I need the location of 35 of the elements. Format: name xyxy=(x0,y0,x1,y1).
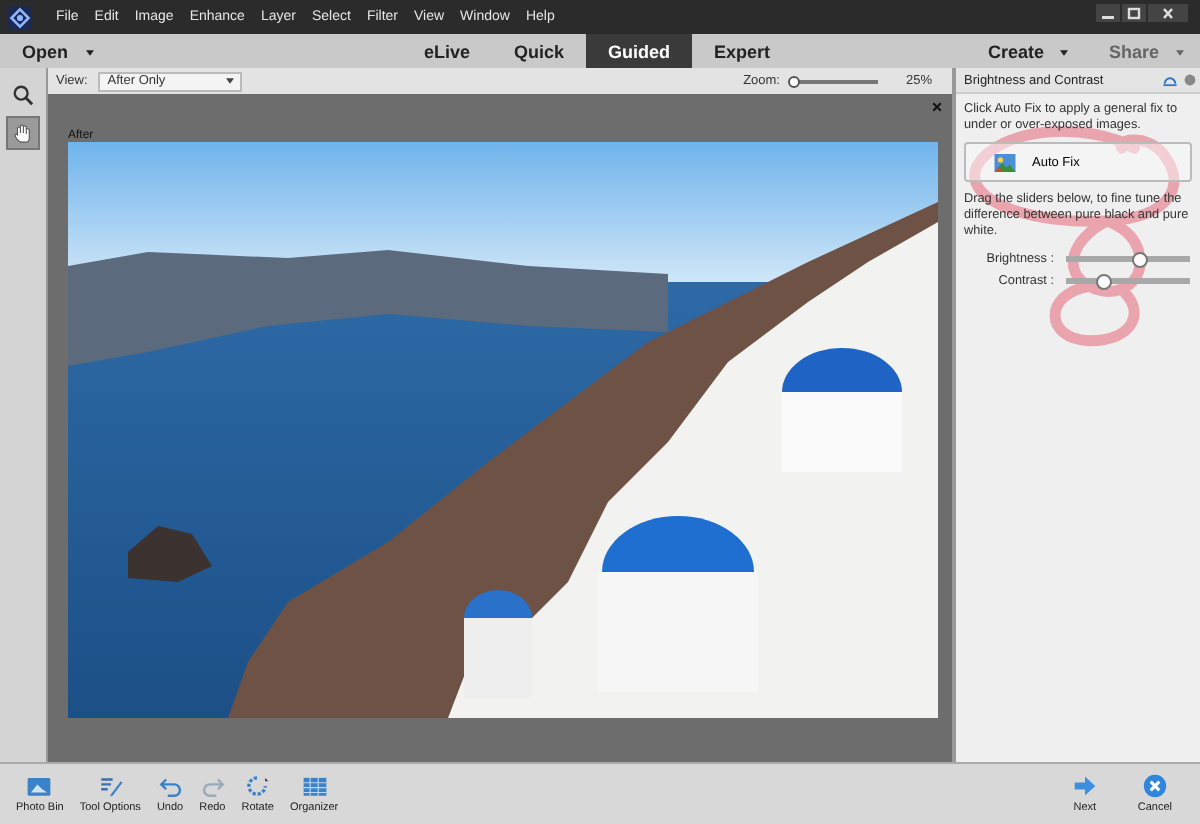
picture-icon xyxy=(994,153,1016,171)
adjustment-slider[interactable] xyxy=(1066,273,1190,289)
caret-icon xyxy=(1176,49,1184,56)
caret-icon xyxy=(225,78,234,84)
grid-icon xyxy=(301,774,328,798)
right-arrow-icon xyxy=(1071,774,1098,798)
search-icon xyxy=(12,84,34,106)
slider-thumb[interactable] xyxy=(1095,273,1112,289)
mode-tab[interactable]: Guided xyxy=(586,34,693,68)
mode-tab[interactable]: Quick xyxy=(492,34,587,68)
hand-icon xyxy=(12,122,34,144)
rotate-icon xyxy=(244,774,271,798)
mode-tab[interactable]: eLive xyxy=(402,34,493,68)
close-icon[interactable] xyxy=(932,102,942,112)
open-button[interactable]: Open xyxy=(0,41,402,61)
caret-icon xyxy=(85,49,94,56)
reset-icon[interactable] xyxy=(1162,73,1178,87)
undo-icon xyxy=(157,774,184,798)
slider-thumb[interactable] xyxy=(788,75,801,87)
maximize-icon xyxy=(1124,5,1144,21)
cancel-icon xyxy=(1141,774,1168,798)
maximize-button[interactable] xyxy=(1122,4,1146,22)
pencil-list-icon xyxy=(97,774,124,798)
caret-icon xyxy=(1060,49,1069,56)
redo-icon xyxy=(199,774,226,798)
app-logo-icon xyxy=(8,5,32,29)
mode-tab[interactable]: Expert xyxy=(692,34,793,68)
close-button[interactable] xyxy=(1148,4,1188,22)
create-button[interactable]: Create xyxy=(987,41,1109,61)
adjustment-slider[interactable] xyxy=(1066,251,1190,267)
slider-thumb[interactable] xyxy=(1132,251,1149,267)
close-icon xyxy=(1158,5,1178,21)
minimize-button[interactable] xyxy=(1096,4,1120,22)
zoom-slider[interactable] xyxy=(789,75,878,87)
hand-tool[interactable] xyxy=(6,116,40,150)
